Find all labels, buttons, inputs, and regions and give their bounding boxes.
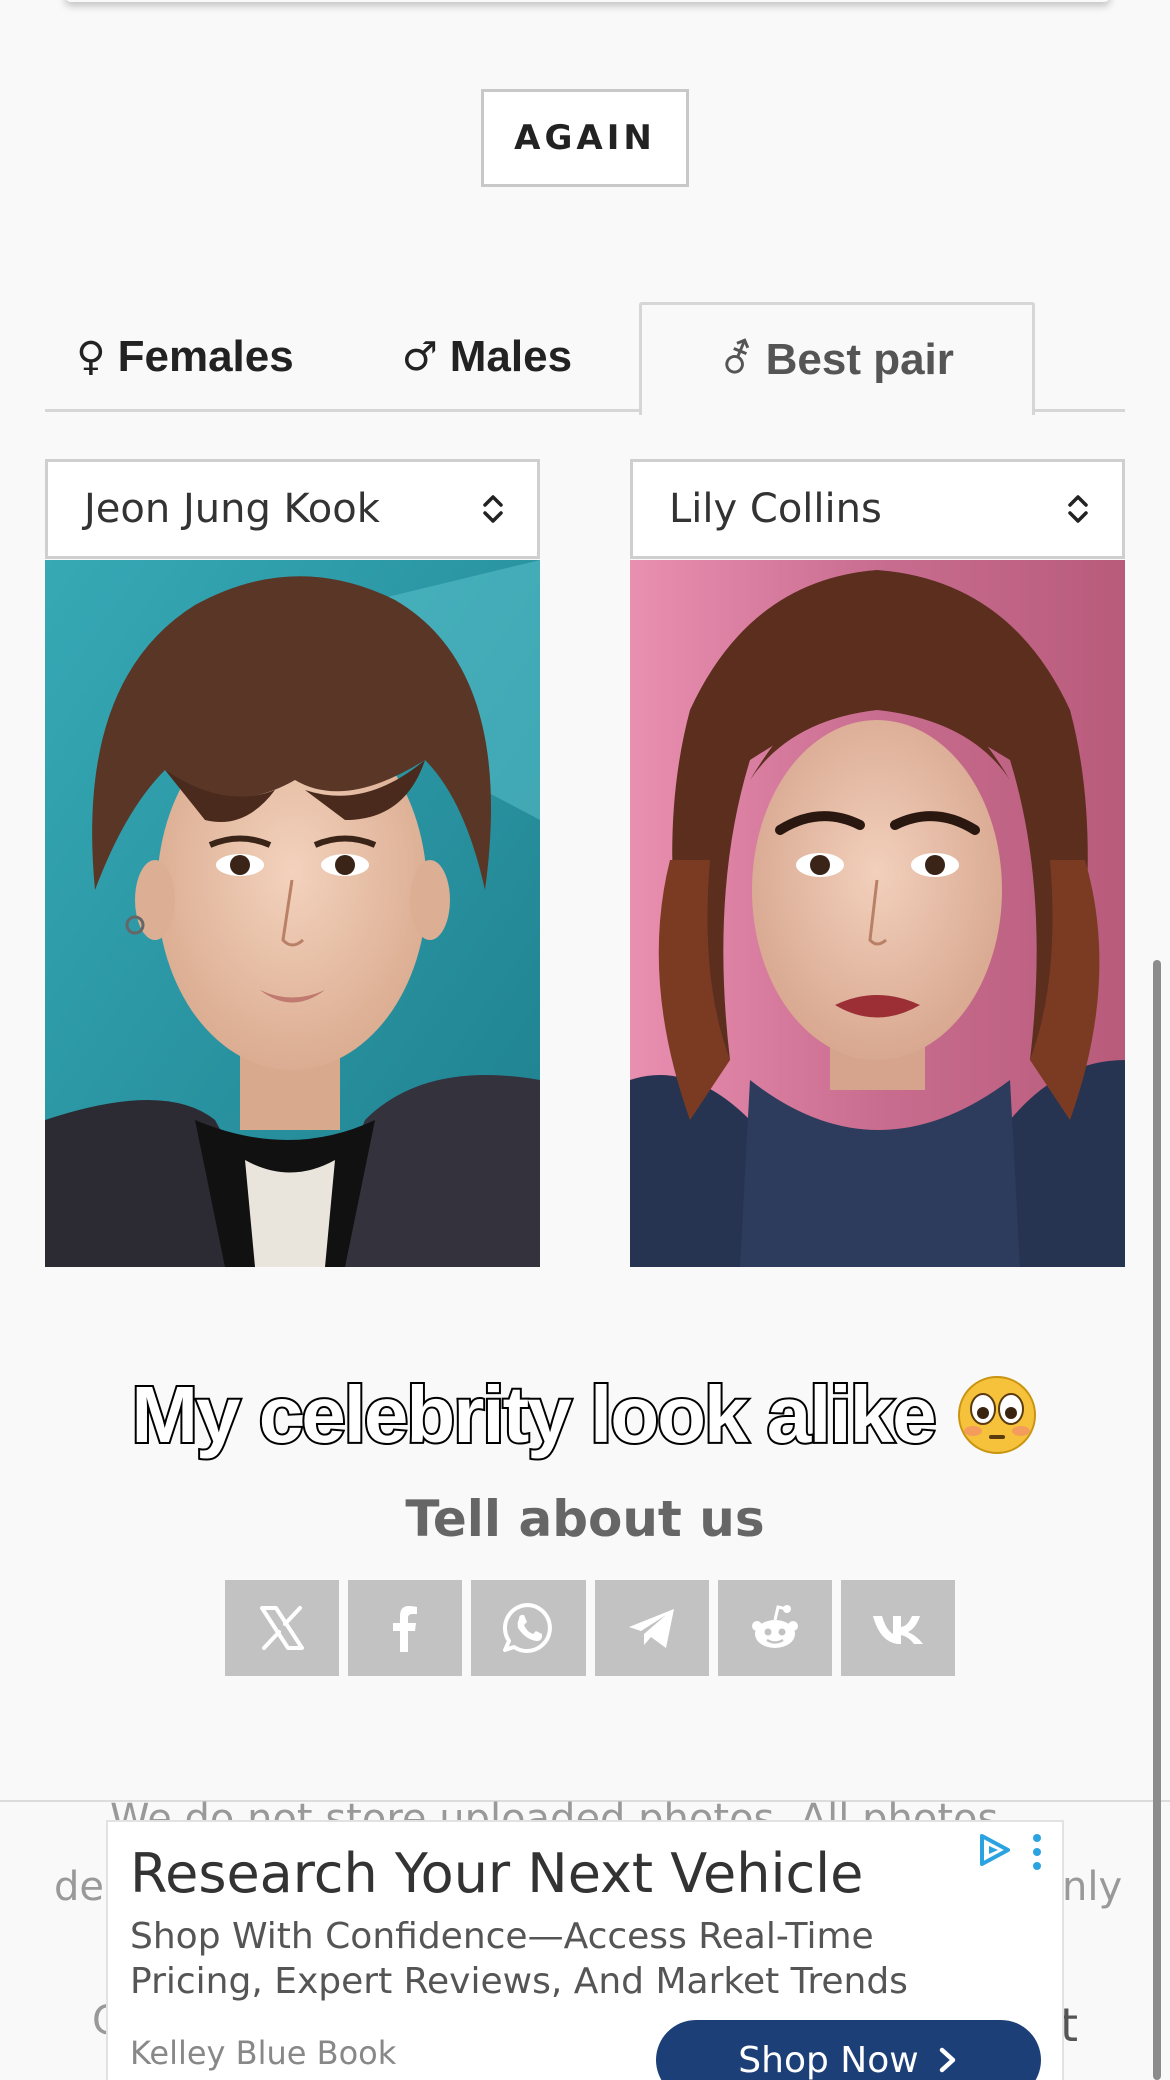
male-celebrity-photo [45,560,540,1267]
tab-females[interactable]: ♀ Females [45,302,325,412]
tab-label: Females [117,332,294,381]
ad-shop-now-button[interactable]: Shop Now [656,2020,1041,2080]
ad-cta-label: Shop Now [738,2039,919,2080]
chevron-updown-icon [1068,495,1088,523]
female-celebrity-select[interactable]: Lily Collins [630,459,1125,559]
share-buttons [225,1580,956,1676]
female-celebrity-photo [630,560,1125,1267]
share-title: Tell about us [405,1490,765,1548]
share-x-button[interactable] [225,1580,340,1676]
chevron-updown-icon [483,495,503,523]
vk-icon [872,1616,923,1644]
share-telegram-button[interactable] [594,1580,709,1676]
share-facebook-button[interactable] [348,1580,463,1676]
ad-title[interactable]: Research Your Next Vehicle [130,1842,863,1905]
whatsapp-icon [503,1602,553,1653]
tab-bar: ♀ Females ♂ Males ⚦ Best pair [45,302,1125,415]
tab-label: Males [449,332,573,381]
tab-label: Best pair [765,335,954,384]
adchoices-icon[interactable] [976,1832,1012,1868]
scrollbar[interactable] [1153,960,1161,2080]
ad-description: Shop With Confidence—Access Real-Time Pr… [130,1916,908,2002]
tab-best-pair[interactable]: ⚦ Best pair [639,302,1035,415]
male-celebrity-select[interactable]: Jeon Jung Kook [45,459,540,559]
caption-text: My celebrity look alike [129,1368,938,1461]
disclaimer-text-fragment: de [54,1864,104,1910]
share-vk-button[interactable] [840,1580,956,1676]
facebook-icon [393,1606,418,1652]
female-icon: ♀ [76,334,106,380]
caption: My celebrity look alike [0,1360,1170,1470]
tab-males[interactable]: ♂ Males [357,302,617,412]
select-value: Lily Collins [669,486,882,532]
flushed-face-icon [957,1376,1036,1454]
x-icon [260,1606,305,1650]
male-icon: ♂ [401,334,438,380]
more-vertical-icon[interactable] [1028,1832,1046,1872]
share-whatsapp-button[interactable] [471,1580,586,1676]
telegram-icon [628,1609,674,1648]
previous-card [65,0,1110,2]
advertisement-banner[interactable]: Research Your Next Vehicle Shop With Con… [106,1820,1064,2080]
select-value: Jeon Jung Kook [84,486,380,532]
reddit-icon [751,1605,798,1648]
chevron-right-icon [939,2047,955,2073]
pair-icon: ⚦ [720,337,754,383]
share-reddit-button[interactable] [717,1580,832,1676]
disclaimer-text-fragment: nly [1062,1864,1123,1910]
again-button[interactable]: AGAIN [481,89,689,187]
ad-advertiser: Kelley Blue Book [130,2034,397,2072]
